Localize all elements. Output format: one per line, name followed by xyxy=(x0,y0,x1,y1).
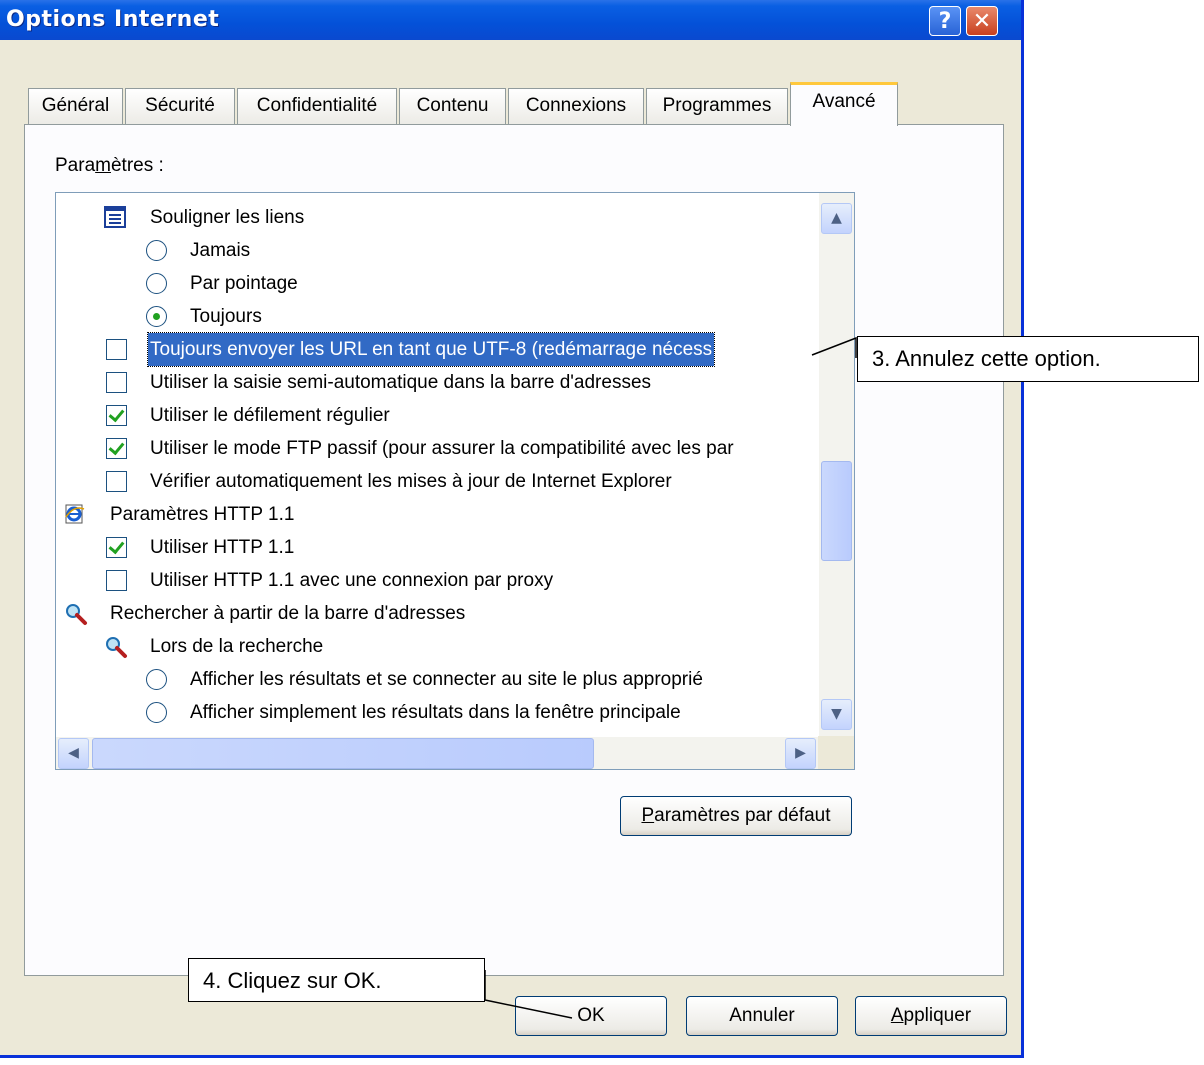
tab-advanced[interactable]: Avancé xyxy=(790,82,898,126)
callout-step-3: 3. Annulez cette option. xyxy=(857,336,1199,382)
callout-leader-lines xyxy=(484,336,857,1019)
callout-step-4: 4. Cliquez sur OK. xyxy=(188,958,485,1002)
